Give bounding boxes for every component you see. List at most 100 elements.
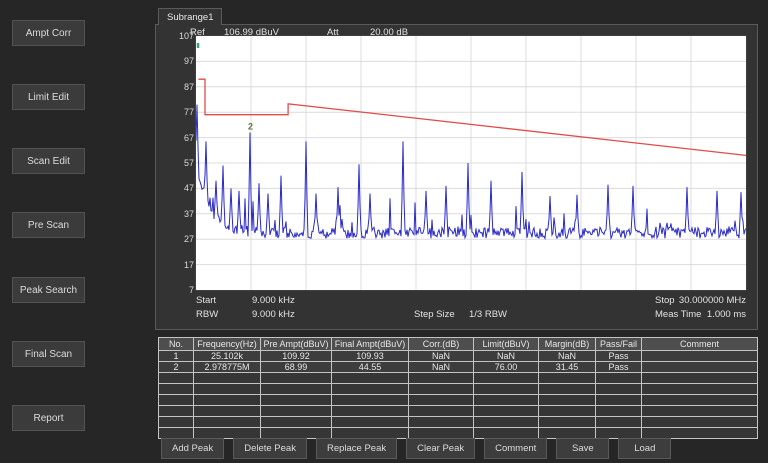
peak-cell: 25.102k	[193, 350, 261, 362]
peak-cell: 109.92	[260, 350, 332, 362]
peak-cell: NaN	[408, 361, 474, 373]
start-value: 9.000 kHz	[252, 295, 295, 306]
y-tick-label: 97	[183, 56, 194, 67]
limit-line	[198, 78, 747, 157]
peak-cell-empty	[538, 416, 596, 428]
y-tick-label: 67	[183, 132, 194, 143]
peak-cell-empty	[260, 383, 332, 395]
peak-row-empty[interactable]	[158, 372, 758, 384]
peak-cell-empty	[641, 416, 758, 428]
meas-time-value: 1.000 ms	[706, 309, 746, 320]
peak-row-empty[interactable]	[158, 394, 758, 406]
delete-peak-button[interactable]: Delete Peak	[233, 438, 307, 459]
column-header-pass-fail: Pass/Fail	[595, 337, 642, 351]
peak-cell-empty	[408, 372, 474, 384]
peak-cell-empty	[473, 405, 539, 417]
peak-cell-empty	[260, 405, 332, 417]
rbw-value: 9.000 kHz	[252, 309, 295, 320]
peak-cell: 109.93	[331, 350, 409, 362]
spectrum-svg: 2	[195, 36, 747, 290]
clear-peak-button[interactable]: Clear Peak	[406, 438, 476, 459]
save-button[interactable]: Save	[556, 438, 610, 459]
step-size-label: Step Size	[414, 309, 455, 320]
peak-row-empty[interactable]	[158, 427, 758, 439]
peak-cell: 68.99	[260, 361, 332, 373]
peak-cell	[641, 350, 758, 362]
comment-button[interactable]: Comment	[484, 438, 548, 459]
y-tick-label: 107	[178, 31, 194, 41]
sidebar-button-limit-edit[interactable]: Limit Edit	[12, 84, 85, 110]
peak-actions-bar: Add Peak Delete Peak Replace Peak Clear Pea…	[161, 438, 672, 459]
peak-cell-empty	[260, 372, 332, 384]
y-tick-label: 57	[183, 158, 194, 168]
peak-cell: Pass	[595, 350, 642, 362]
peak-cell-empty	[158, 405, 194, 417]
peak-cell-empty	[595, 405, 642, 417]
peak-cell-empty	[158, 427, 194, 439]
peak-cell-empty	[595, 416, 642, 428]
peak-cell-empty	[408, 427, 474, 439]
rbw-label: RBW	[196, 309, 219, 320]
peak-row-empty[interactable]	[158, 383, 758, 395]
y-tick-label: 17	[183, 259, 194, 270]
peak-cell-empty	[538, 427, 596, 439]
peak-cell: Pass	[595, 361, 642, 373]
peak-cell: NaN	[473, 350, 539, 362]
peak-cell: NaN	[538, 350, 596, 362]
load-button[interactable]: Load	[618, 438, 672, 459]
add-peak-button[interactable]: Add Peak	[161, 438, 225, 459]
peak-cell-empty	[595, 372, 642, 384]
peak-cell-empty	[641, 383, 758, 395]
sidebar-button-ampt-corr[interactable]: Ampt Corr	[12, 20, 85, 46]
sidebar-button-peak-search[interactable]: Peak Search	[12, 277, 85, 303]
column-header-final-ampt-dbuv-: Final Ampt(dBuV)	[331, 337, 409, 351]
column-header-limit-dbuv-: Limit(dBuV)	[473, 337, 539, 351]
peak-row-empty[interactable]	[158, 416, 758, 428]
sidebar-button-pre-scan[interactable]: Pre Scan	[12, 212, 85, 238]
peak-cell-empty	[473, 383, 539, 395]
peak-cell-empty	[331, 394, 409, 406]
peak-row-1[interactable]: 1 25.102k 109.92 109.93 NaN NaN NaN Pass	[158, 350, 758, 362]
peak-cell-empty	[595, 427, 642, 439]
column-header-margin-db-: Margin(dB)	[538, 337, 596, 351]
stop-value: 30.000000 MHz	[678, 295, 746, 306]
peak-cell-empty	[641, 405, 758, 417]
peak-cell-empty	[331, 416, 409, 428]
peak-cell-empty	[260, 427, 332, 439]
peak-cell: 76.00	[473, 361, 539, 373]
peak-cell-empty	[473, 427, 539, 439]
sidebar-button-report[interactable]: Report	[12, 405, 85, 431]
peak-cell-empty	[193, 416, 261, 428]
peak-cell-empty	[538, 383, 596, 395]
peak-row-empty[interactable]	[158, 405, 758, 417]
peak-cell-empty	[538, 394, 596, 406]
peak-cell-empty	[408, 394, 474, 406]
peak-cell-empty	[158, 383, 194, 395]
tab-label: Subrange1	[167, 11, 214, 23]
sidebar-button-final-scan[interactable]: Final Scan	[12, 341, 85, 367]
tab-subrange1[interactable]: Subrange1	[158, 8, 223, 25]
peak-cell: 44.55	[331, 361, 409, 373]
stop-label: Stop	[655, 295, 675, 306]
column-header-no-: No.	[158, 337, 194, 351]
replace-peak-button[interactable]: Replace Peak	[315, 438, 398, 459]
peak-cell-empty	[193, 383, 261, 395]
peak-cell-empty	[408, 383, 474, 395]
peak-table-header: No. Frequency(Hz) Pre Ampt(dBuV) Final Ampt…	[158, 337, 758, 351]
sidebar-button-scan-edit[interactable]: Scan Edit	[12, 148, 85, 174]
peak-cell-empty	[193, 405, 261, 417]
peak-cell-empty	[193, 427, 261, 439]
y-tick-label: 47	[183, 183, 194, 194]
peak-cell-empty	[331, 405, 409, 417]
peak-cell-empty	[193, 372, 261, 384]
peak-row-2[interactable]: 2 2.978775M 68.99 44.55 NaN 76.00 31.45 Pass	[158, 361, 758, 373]
peak-cell-empty	[473, 372, 539, 384]
marker-1-clipped-tick	[196, 43, 200, 48]
peak-cell-empty	[641, 372, 758, 384]
column-header-comment: Comment	[641, 337, 758, 351]
step-size-value: 1/3 RBW	[469, 309, 508, 320]
y-tick-label: 77	[183, 107, 194, 118]
spectrum-plot: 2	[195, 35, 747, 291]
column-header-pre-ampt-dbuv-: Pre Ampt(dBuV)	[260, 337, 332, 351]
peak-cell-empty	[158, 416, 194, 428]
